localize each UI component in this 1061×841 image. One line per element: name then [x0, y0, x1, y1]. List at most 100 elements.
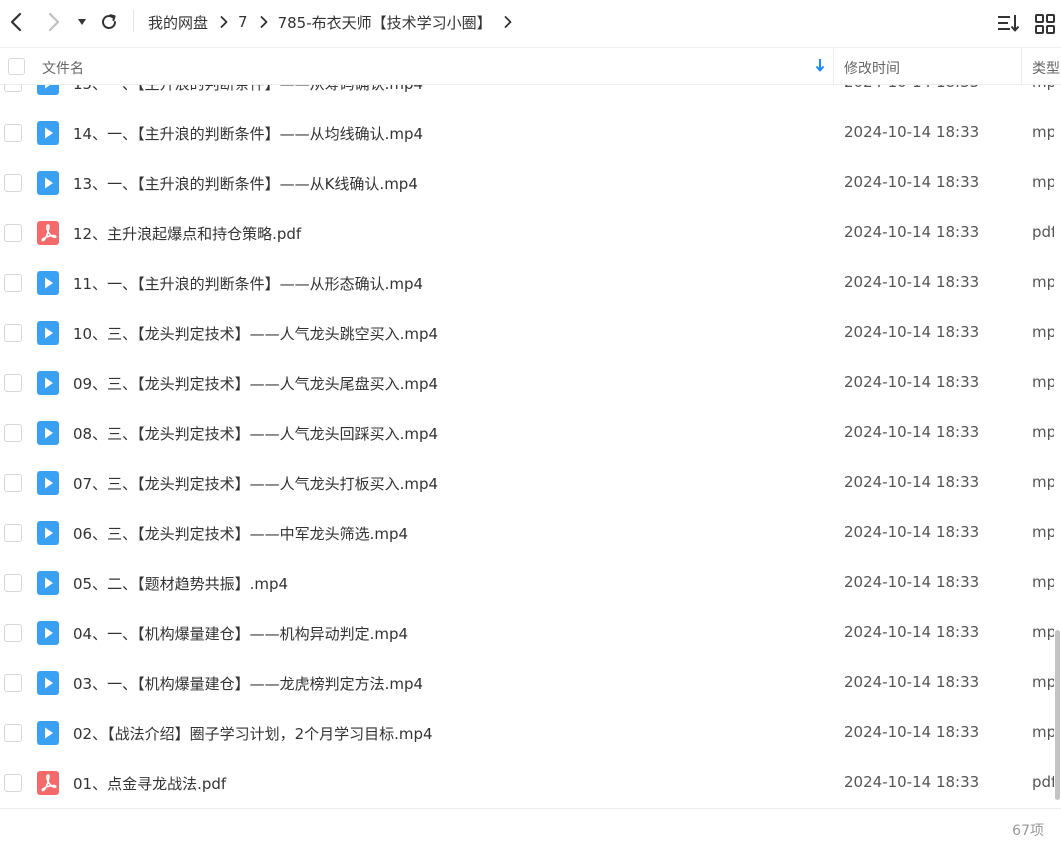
file-modified-time: 2024-10-14 18:33: [844, 573, 980, 591]
file-row[interactable]: 07、三、【龙头判定技术】——人气龙头打板买入.mp4 2024-10-14 18…: [0, 458, 1061, 508]
file-list: 15、一、【主升浪的判断条件】——从筹码确认.mp4 2024-10-14 18:…: [0, 85, 1061, 808]
row-checkbox[interactable]: [4, 174, 22, 192]
status-footer: 67项: [0, 808, 1061, 841]
file-name[interactable]: 06、三、【龙头判定技术】——中军龙头筛选.mp4: [73, 523, 408, 544]
video-file-icon: [37, 671, 59, 695]
refresh-icon: [102, 14, 116, 29]
select-all-checkbox[interactable]: [8, 58, 25, 75]
row-checkbox[interactable]: [4, 724, 22, 742]
chevron-right-icon: [48, 12, 60, 32]
history-dropdown-button[interactable]: [70, 8, 94, 36]
video-file-icon: [37, 571, 59, 595]
sort-options-button[interactable]: [997, 12, 1021, 34]
file-name[interactable]: 13、一、【主升浪的判断条件】——从K线确认.mp4: [73, 173, 418, 194]
item-count: 67项: [1012, 823, 1044, 839]
file-modified-time: 2024-10-14 18:33: [844, 323, 980, 341]
column-divider[interactable]: [833, 48, 834, 85]
file-modified-time: 2024-10-14 18:33: [844, 623, 980, 641]
file-row[interactable]: 15、一、【主升浪的判断条件】——从筹码确认.mp4 2024-10-14 18:…: [0, 85, 1061, 108]
vertical-scrollbar-thumb[interactable]: [1055, 630, 1060, 800]
row-checkbox[interactable]: [4, 674, 22, 692]
column-header-type[interactable]: 类型: [1032, 58, 1060, 78]
file-modified-time: 2024-10-14 18:33: [844, 473, 980, 491]
file-row[interactable]: 09、三、【龙头判定技术】——人气龙头尾盘买入.mp4 2024-10-14 18…: [0, 358, 1061, 408]
forward-button[interactable]: [40, 8, 68, 36]
file-row[interactable]: 05、二、【题材趋势共振】.mp4 2024-10-14 18:33 mp4: [0, 558, 1061, 608]
file-browser-window: 我的网盘 7 785-布衣天师【技术学习小圈】 文件名 修改时间 类型 14、一…: [0, 0, 1061, 841]
file-type: mp4: [1032, 423, 1054, 441]
video-file-icon: [37, 371, 59, 395]
file-row[interactable]: 12、主升浪起爆点和持仓策略.pdf 2024-10-14 18:33 pdf: [0, 208, 1061, 258]
breadcrumb-item-root[interactable]: 我的网盘: [148, 12, 208, 33]
file-modified-time: 2024-10-14 18:33: [844, 273, 980, 291]
file-name[interactable]: 04、一、【机构爆量建仓】——机构异动判定.mp4: [73, 623, 408, 644]
file-name[interactable]: 11、一、【主升浪的判断条件】——从形态确认.mp4: [73, 273, 423, 294]
column-header-modified-time[interactable]: 修改时间: [844, 58, 900, 78]
chevron-right-icon[interactable]: [504, 16, 512, 28]
file-row[interactable]: 06、三、【龙头判定技术】——中军龙头筛选.mp4 2024-10-14 18:3…: [0, 508, 1061, 558]
caret-down-icon: [78, 19, 86, 25]
file-row[interactable]: 14、一、【主升浪的判断条件】——从均线确认.mp4 2024-10-14 18:…: [0, 108, 1061, 158]
row-checkbox[interactable]: [4, 374, 22, 392]
file-name[interactable]: 09、三、【龙头判定技术】——人气龙头尾盘买入.mp4: [73, 373, 438, 394]
file-name[interactable]: 07、三、【龙头判定技术】——人气龙头打板买入.mp4: [73, 473, 438, 494]
video-file-icon: [37, 121, 59, 145]
file-type: mp4: [1032, 623, 1054, 641]
file-modified-time: 2024-10-14 18:33: [844, 673, 980, 691]
file-type: mp4: [1032, 723, 1054, 741]
chevron-right-icon: [260, 16, 268, 28]
file-type: mp4: [1032, 173, 1054, 191]
file-name[interactable]: 10、三、【龙头判定技术】——人气龙头跳空买入.mp4: [73, 323, 438, 344]
file-name[interactable]: 08、三、【龙头判定技术】——人气龙头回踩买入.mp4: [73, 423, 438, 444]
row-checkbox[interactable]: [4, 474, 22, 492]
row-checkbox[interactable]: [4, 274, 22, 292]
file-type: mp4: [1032, 323, 1054, 341]
file-type: mp4: [1032, 473, 1054, 491]
row-checkbox[interactable]: [4, 124, 22, 142]
column-divider[interactable]: [1021, 48, 1022, 85]
row-checkbox[interactable]: [4, 85, 22, 92]
back-button[interactable]: [2, 8, 30, 36]
file-name[interactable]: 02、【战法介绍】圈子学习计划，2个月学习目标.mp4: [73, 723, 433, 744]
row-checkbox[interactable]: [4, 224, 22, 242]
file-type: mp4: [1032, 273, 1054, 291]
file-row[interactable]: 02、【战法介绍】圈子学习计划，2个月学习目标.mp4 2024-10-14 18…: [0, 708, 1061, 758]
file-modified-time: 2024-10-14 18:33: [844, 723, 980, 741]
file-name[interactable]: 03、一、【机构爆量建仓】——龙虎榜判定方法.mp4: [73, 673, 423, 694]
grid-view-button[interactable]: [1034, 13, 1056, 35]
file-name[interactable]: 14、一、【主升浪的判断条件】——从均线确认.mp4: [73, 123, 423, 144]
file-row[interactable]: 13、一、【主升浪的判断条件】——从K线确认.mp4 2024-10-14 18:…: [0, 158, 1061, 208]
file-row[interactable]: 11、一、【主升浪的判断条件】——从形态确认.mp4 2024-10-14 18:…: [0, 258, 1061, 308]
column-header-name[interactable]: 文件名: [42, 58, 84, 78]
file-row[interactable]: 08、三、【龙头判定技术】——人气龙头回踩买入.mp4 2024-10-14 18…: [0, 408, 1061, 458]
row-checkbox[interactable]: [4, 774, 22, 792]
video-file-icon: [37, 171, 59, 195]
file-name[interactable]: 15、一、【主升浪的判断条件】——从筹码确认.mp4: [73, 85, 423, 94]
row-checkbox[interactable]: [4, 574, 22, 592]
file-row[interactable]: 03、一、【机构爆量建仓】——龙虎榜判定方法.mp4 2024-10-14 18:…: [0, 658, 1061, 708]
refresh-button[interactable]: [95, 8, 123, 36]
file-name[interactable]: 01、点金寻龙战法.pdf: [73, 773, 226, 794]
file-row[interactable]: 01、点金寻龙战法.pdf 2024-10-14 18:33 pdf: [0, 758, 1061, 808]
row-checkbox[interactable]: [4, 524, 22, 542]
video-file-icon: [37, 621, 59, 645]
video-file-icon: [37, 421, 59, 445]
row-checkbox[interactable]: [4, 424, 22, 442]
file-modified-time: 2024-10-14 18:33: [844, 373, 980, 391]
row-checkbox[interactable]: [4, 324, 22, 342]
file-modified-time: 2024-10-14 18:33: [844, 523, 980, 541]
file-name[interactable]: 12、主升浪起爆点和持仓策略.pdf: [73, 223, 301, 244]
file-type: mp4: [1032, 673, 1054, 691]
grid-view-icon: [1035, 14, 1055, 34]
file-type: mp4: [1032, 123, 1054, 141]
row-checkbox[interactable]: [4, 624, 22, 642]
file-type: pdf: [1032, 223, 1054, 241]
sort-descending-icon[interactable]: [815, 58, 825, 76]
file-row[interactable]: 10、三、【龙头判定技术】——人气龙头跳空买入.mp4 2024-10-14 18…: [0, 308, 1061, 358]
file-row[interactable]: 04、一、【机构爆量建仓】——机构异动判定.mp4 2024-10-14 18:3…: [0, 608, 1061, 658]
breadcrumb-item-folder-7[interactable]: 7: [238, 13, 248, 31]
file-modified-time: 2024-10-14 18:33: [844, 173, 980, 191]
breadcrumb-item-current-folder[interactable]: 785-布衣天师【技术学习小圈】: [278, 12, 492, 33]
file-type: mp4: [1032, 373, 1054, 391]
file-name[interactable]: 05、二、【题材趋势共振】.mp4: [73, 573, 288, 594]
